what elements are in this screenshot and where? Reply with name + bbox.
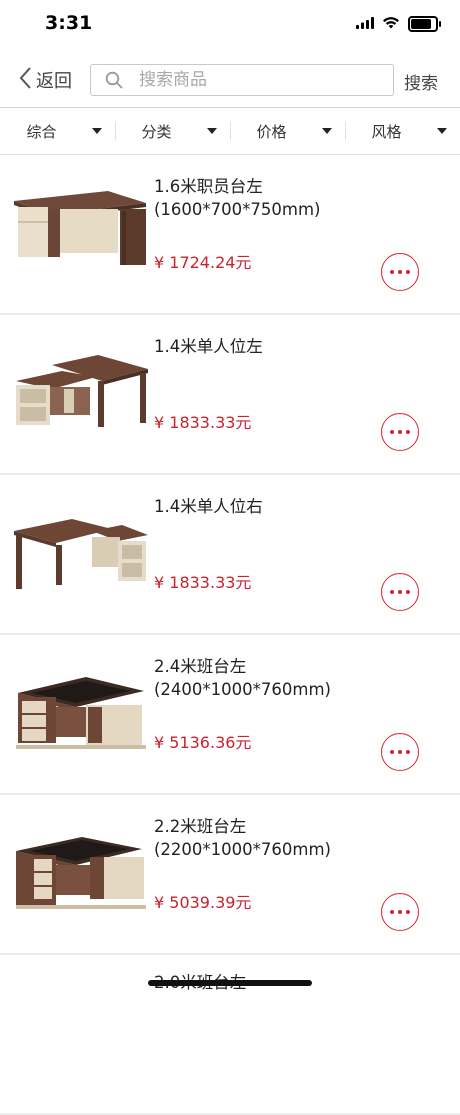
product-title: 1.4米单人位左 bbox=[154, 337, 263, 356]
product-price: ¥ 5136.36元 bbox=[154, 733, 252, 752]
product-image-desk bbox=[12, 661, 148, 757]
product-item[interactable]: 2.2米班台左 (2200*1000*760mm) ¥ 5039.39元 bbox=[0, 795, 460, 955]
search-button[interactable]: 搜索 bbox=[404, 69, 438, 94]
product-item[interactable]: 1.6米职员台左 (1600*700*750mm) ¥ 1724.24元 bbox=[0, 155, 460, 315]
back-label: 返回 bbox=[36, 71, 72, 92]
home-indicator[interactable] bbox=[148, 980, 312, 986]
product-item[interactable]: 1.4米单人位左 ¥ 1833.33元 bbox=[0, 315, 460, 475]
product-title: 2.2米班台左 (2200*1000*760mm) bbox=[154, 817, 331, 859]
product-price: ¥ 5039.39元 bbox=[154, 893, 252, 912]
back-button[interactable]: 返回 bbox=[18, 66, 72, 94]
filter-label: 风格 bbox=[371, 122, 402, 141]
product-image-desk bbox=[12, 501, 148, 597]
more-button[interactable] bbox=[381, 573, 419, 611]
more-button[interactable] bbox=[381, 733, 419, 771]
status-bar: 3:31 bbox=[0, 0, 460, 50]
more-button[interactable] bbox=[381, 893, 419, 931]
product-image-desk bbox=[12, 821, 148, 917]
search-icon bbox=[105, 71, 123, 89]
product-price: ¥ 1833.33元 bbox=[154, 573, 252, 592]
product-list: 1.6米职员台左 (1600*700*750mm) ¥ 1724.24元 1.4… bbox=[0, 155, 460, 1115]
product-item[interactable]: 1.4米单人位右 ¥ 1833.33元 bbox=[0, 475, 460, 635]
wifi-icon bbox=[382, 14, 400, 33]
status-icons bbox=[356, 14, 441, 33]
more-icon bbox=[390, 910, 410, 914]
more-icon bbox=[390, 590, 410, 594]
filter-comprehensive[interactable]: 综合 bbox=[0, 108, 115, 154]
filter-label: 分类 bbox=[141, 122, 172, 141]
caret-down-icon bbox=[437, 128, 447, 134]
more-icon bbox=[390, 750, 410, 754]
product-title: 1.6米职员台左 (1600*700*750mm) bbox=[154, 177, 321, 219]
chevron-left-icon bbox=[18, 66, 32, 94]
caret-down-icon bbox=[92, 128, 102, 134]
caret-down-icon bbox=[322, 128, 332, 134]
more-icon bbox=[390, 270, 410, 274]
filter-label: 价格 bbox=[256, 122, 287, 141]
more-button[interactable] bbox=[381, 253, 419, 291]
search-box[interactable] bbox=[90, 64, 394, 96]
filter-price[interactable]: 价格 bbox=[230, 108, 345, 154]
battery-icon bbox=[408, 15, 441, 32]
status-time: 3:31 bbox=[45, 12, 93, 34]
product-price: ¥ 1724.24元 bbox=[154, 253, 252, 272]
more-button[interactable] bbox=[381, 413, 419, 451]
product-title: 2.4米班台左 (2400*1000*760mm) bbox=[154, 657, 331, 699]
nav-bar: 返回 搜索 bbox=[0, 56, 460, 106]
product-image-desk bbox=[12, 341, 148, 437]
product-item[interactable]: 2.0米班台左 bbox=[0, 955, 460, 1115]
filter-style[interactable]: 风格 bbox=[345, 108, 460, 154]
caret-down-icon bbox=[207, 128, 217, 134]
filter-label: 综合 bbox=[26, 122, 57, 141]
product-image-desk bbox=[12, 181, 148, 277]
product-title: 1.4米单人位右 bbox=[154, 497, 263, 516]
signal-icon bbox=[356, 14, 374, 33]
product-item[interactable]: 2.4米班台左 (2400*1000*760mm) ¥ 5136.36元 bbox=[0, 635, 460, 795]
more-icon bbox=[390, 430, 410, 434]
filter-category[interactable]: 分类 bbox=[115, 108, 230, 154]
product-price: ¥ 1833.33元 bbox=[154, 413, 252, 432]
filter-bar: 综合 分类 价格 风格 bbox=[0, 108, 460, 154]
search-input[interactable] bbox=[137, 69, 361, 91]
